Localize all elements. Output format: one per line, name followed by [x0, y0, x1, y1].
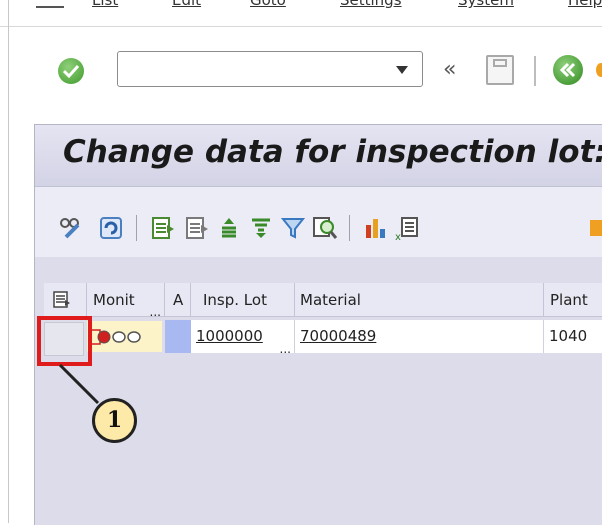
step-callout-badge: 1	[92, 398, 137, 443]
callout-pointer	[58, 363, 100, 405]
